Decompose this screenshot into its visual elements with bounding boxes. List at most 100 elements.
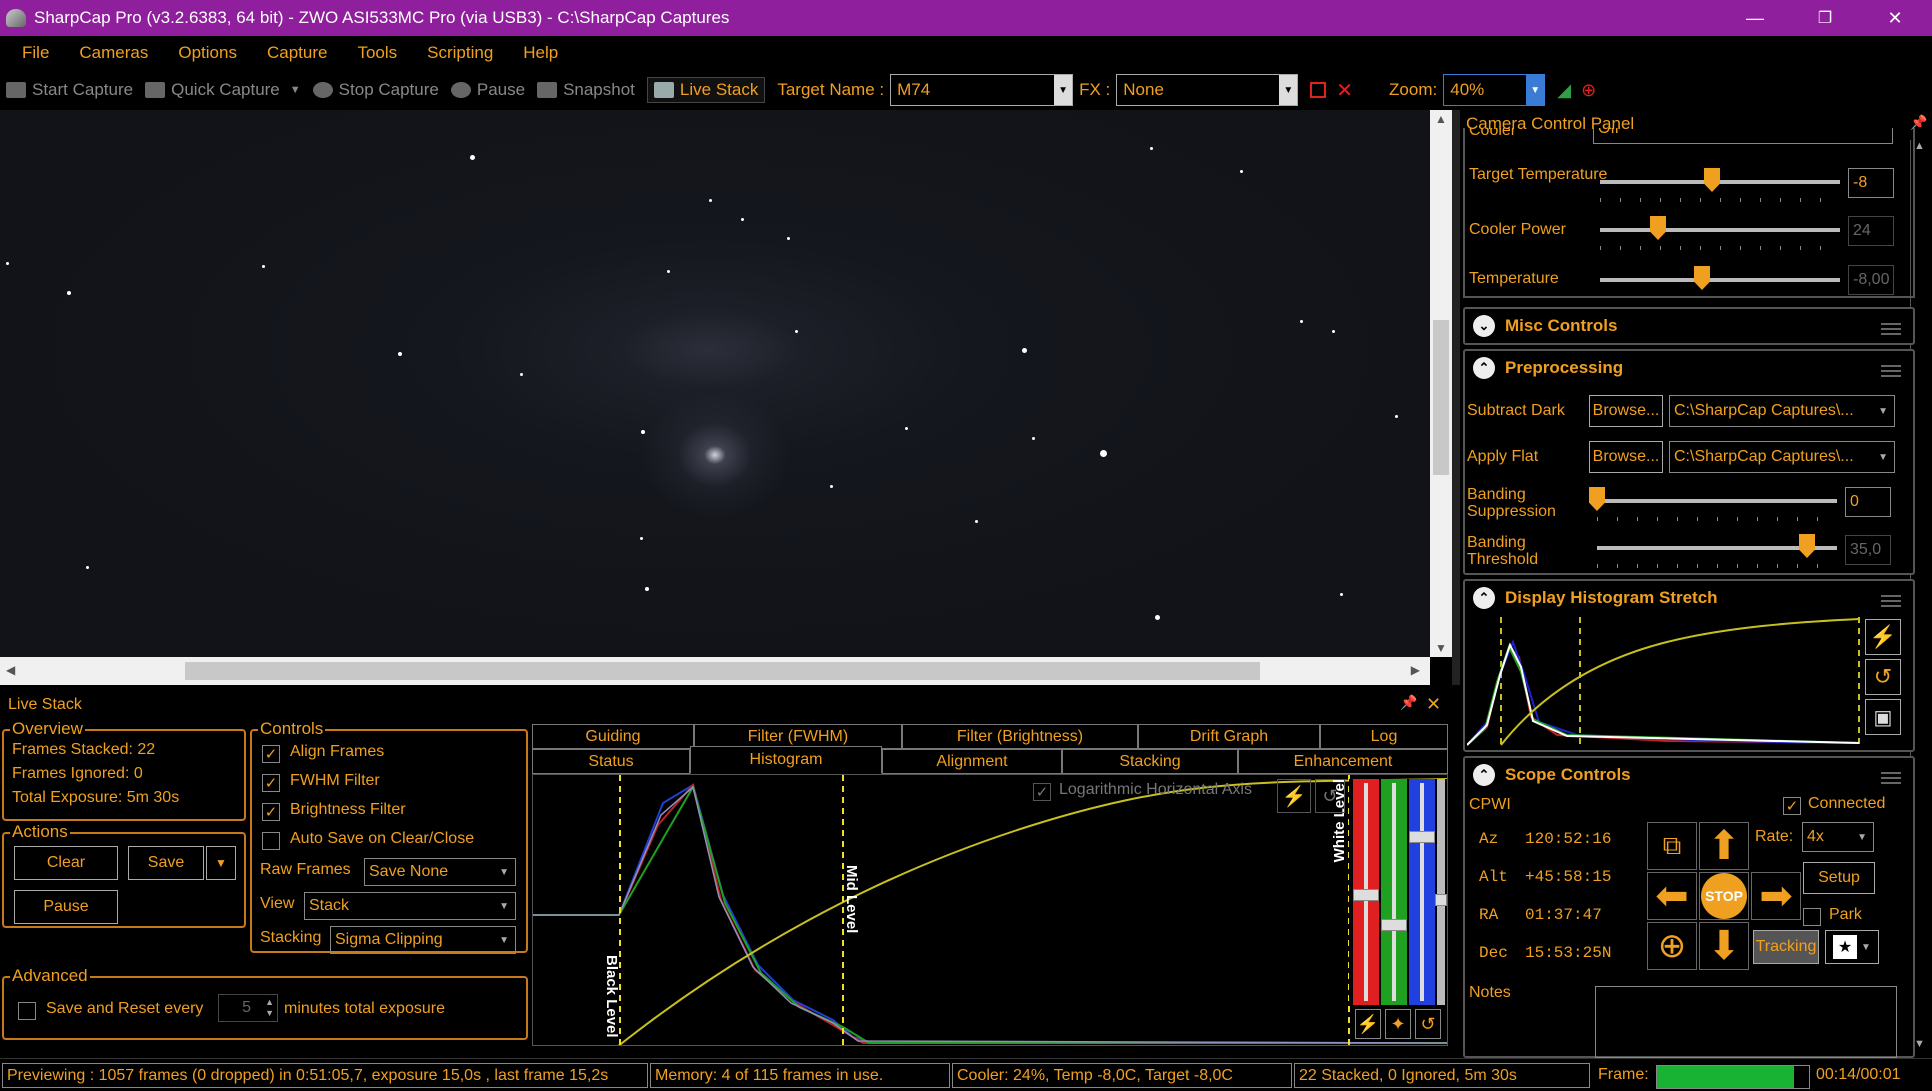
auto-save-checkbox[interactable] [262, 832, 280, 850]
maximize-button[interactable]: ❐ [1790, 0, 1860, 36]
stop-capture-button[interactable]: Stop Capture [312, 80, 439, 100]
browse-flat-button[interactable]: Browse... [1589, 441, 1663, 473]
tab-drift-graph[interactable]: Drift Graph [1138, 724, 1320, 749]
start-capture-button[interactable]: Start Capture [6, 80, 133, 100]
tab-stacking[interactable]: Stacking [1062, 749, 1238, 774]
scroll-left-icon[interactable]: ◀ [6, 663, 15, 677]
save-dropdown-button[interactable]: ▼ [206, 846, 236, 880]
menu-icon[interactable] [1881, 772, 1901, 784]
target-temperature-slider[interactable] [1600, 168, 1840, 202]
tab-guiding[interactable]: Guiding [532, 724, 694, 749]
image-viewer[interactable] [0, 110, 1430, 657]
save-reset-checkbox[interactable] [18, 1002, 36, 1020]
chevron-down-icon[interactable]: ▼ [1526, 75, 1545, 105]
tab-log[interactable]: Log [1320, 724, 1448, 749]
tab-enhancement[interactable]: Enhancement [1238, 749, 1448, 774]
channel-sliders[interactable] [1349, 779, 1447, 1005]
chevron-down-icon[interactable]: ▼ [1279, 75, 1298, 105]
scroll-right-icon[interactable]: ▶ [1411, 663, 1420, 677]
zoom-select[interactable]: 40% ▼ [1443, 74, 1546, 106]
scroll-thumb[interactable] [1433, 320, 1449, 475]
north-arrow-button[interactable]: ⬆ [1699, 822, 1749, 870]
spinner-arrows-icon[interactable]: ▲ ▼ [265, 997, 274, 1019]
chevron-down-icon[interactable]: ▼ [1857, 832, 1867, 843]
reset-stretch-icon[interactable]: ↺ [1865, 659, 1901, 695]
reset-icon[interactable]: ↺ [1415, 1009, 1441, 1039]
save-stretch-icon[interactable]: ▣ [1865, 699, 1901, 735]
stacking-select[interactable]: Sigma Clipping ▼ [330, 926, 516, 954]
live-stack-button[interactable]: Live Stack [646, 77, 766, 103]
green-slider-thumb[interactable] [1381, 919, 1407, 931]
chevron-down-icon[interactable]: ⌄ [1473, 315, 1495, 337]
chevron-up-icon[interactable]: ⌃ [1473, 764, 1495, 786]
vertical-scrollbar[interactable]: ▲ ▼ [1430, 110, 1452, 657]
close-button[interactable]: ✕ [1860, 0, 1930, 36]
save-button[interactable]: Save [128, 846, 204, 880]
sparkle-icon[interactable]: ✦ [1385, 1009, 1411, 1039]
minimize-button[interactable]: — [1720, 0, 1790, 36]
chevron-down-icon[interactable]: ▼ [499, 935, 509, 946]
rate-select[interactable]: 4x ▼ [1802, 822, 1874, 852]
auto-stretch-icon[interactable]: ⚡ [1355, 1009, 1381, 1039]
tab-alignment[interactable]: Alignment [882, 749, 1062, 774]
target-icon[interactable]: ⊕ [1647, 922, 1697, 970]
menu-icon[interactable] [1881, 323, 1901, 335]
stretch-histogram[interactable] [1467, 617, 1865, 747]
browse-dark-button[interactable]: Browse... [1589, 395, 1663, 427]
lum-slider-thumb[interactable] [1435, 894, 1447, 906]
goto-icon[interactable]: ⧉ [1647, 822, 1697, 870]
park-checkbox[interactable] [1803, 908, 1821, 926]
menu-icon[interactable] [1881, 595, 1901, 607]
red-slider-thumb[interactable] [1353, 889, 1379, 901]
menu-options[interactable]: Options [178, 43, 237, 63]
slider-thumb[interactable] [1589, 487, 1605, 511]
pause-button[interactable]: Pause [14, 890, 118, 924]
fwhm-filter-checkbox[interactable]: ✓ [262, 774, 280, 792]
fx-select[interactable]: None ▼ [1116, 74, 1299, 106]
chevron-down-icon[interactable]: ▼ [1878, 406, 1888, 417]
tab-filter-brightness[interactable]: Filter (Brightness) [902, 724, 1138, 749]
record-icon[interactable] [1310, 82, 1327, 98]
close-icon[interactable]: ✕ [1426, 694, 1441, 715]
clear-button[interactable]: Clear [14, 846, 118, 880]
scroll-up-icon[interactable]: ▲ [1435, 112, 1447, 126]
auto-stretch-icon[interactable]: ⚡ [1865, 619, 1901, 655]
auto-stretch-icon[interactable]: ⚡ [1277, 779, 1311, 813]
stop-button[interactable]: STOP [1699, 872, 1749, 920]
cooler-select[interactable]: Off [1593, 128, 1893, 144]
tab-status[interactable]: Status [532, 749, 690, 774]
menu-icon[interactable] [1881, 365, 1901, 377]
notes-textarea[interactable] [1595, 986, 1897, 1058]
setup-button[interactable]: Setup [1803, 862, 1875, 894]
chevron-down-icon[interactable]: ▼ [499, 867, 509, 878]
view-select[interactable]: Stack ▼ [304, 892, 516, 920]
pin-icon[interactable]: 📌 [1400, 694, 1417, 711]
menu-help[interactable]: Help [523, 43, 558, 63]
menu-scripting[interactable]: Scripting [427, 43, 493, 63]
scroll-thumb[interactable] [185, 662, 1260, 680]
histogram-icon[interactable]: ◢ [1557, 80, 1571, 101]
chevron-down-icon[interactable]: ▼ [1878, 452, 1888, 463]
target-temperature-input[interactable]: -8 [1848, 168, 1894, 198]
align-frames-checkbox[interactable]: ✓ [262, 745, 280, 763]
scroll-down-icon[interactable]: ▼ [1435, 641, 1447, 655]
live-stack-histogram[interactable]: Black Level Mid Level White Level ✓ Loga… [532, 774, 1448, 1046]
chevron-down-icon[interactable]: ▼ [499, 901, 509, 912]
log-axis-checkbox[interactable]: ✓ [1033, 783, 1051, 801]
menu-file[interactable]: File [22, 43, 49, 63]
tab-histogram[interactable]: Histogram [690, 746, 882, 774]
chevron-down-icon[interactable]: ▼ [1861, 942, 1871, 953]
chevron-down-icon[interactable]: ▼ [1054, 75, 1073, 105]
south-arrow-button[interactable]: ⬇ [1699, 922, 1749, 970]
menu-cameras[interactable]: Cameras [79, 43, 148, 63]
raw-frames-select[interactable]: Save None ▼ [364, 858, 516, 886]
pause-button[interactable]: Pause [450, 80, 525, 100]
flat-path-select[interactable]: C:\SharpCap Captures\... ▼ [1669, 441, 1895, 473]
slider-thumb[interactable] [1704, 168, 1720, 192]
reset-icon[interactable]: ↺ [1315, 779, 1345, 813]
snapshot-button[interactable]: Snapshot [537, 80, 635, 100]
brightness-filter-checkbox[interactable]: ✓ [262, 803, 280, 821]
menu-tools[interactable]: Tools [357, 43, 397, 63]
chevron-down-icon[interactable]: ▼ [290, 84, 301, 96]
banding-suppression-input[interactable]: 0 [1845, 487, 1891, 517]
